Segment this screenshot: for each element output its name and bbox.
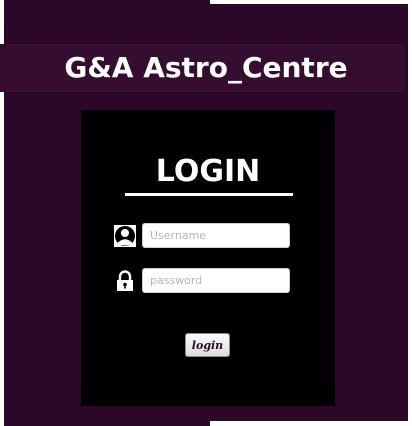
login-heading: LOGIN [155, 154, 261, 189]
login-page: G&A Astro_Centre LOGIN Username login [0, 0, 412, 426]
username-row [114, 223, 294, 249]
login-panel: LOGIN Username login [81, 110, 335, 406]
username-input[interactable] [142, 223, 290, 248]
site-title: G&A Astro_Centre [64, 51, 348, 84]
login-button[interactable]: login [185, 333, 230, 357]
lock-icon [114, 270, 136, 292]
user-icon [114, 225, 136, 247]
login-heading-underline [125, 193, 293, 196]
password-input[interactable] [142, 268, 290, 293]
password-row [114, 268, 294, 294]
